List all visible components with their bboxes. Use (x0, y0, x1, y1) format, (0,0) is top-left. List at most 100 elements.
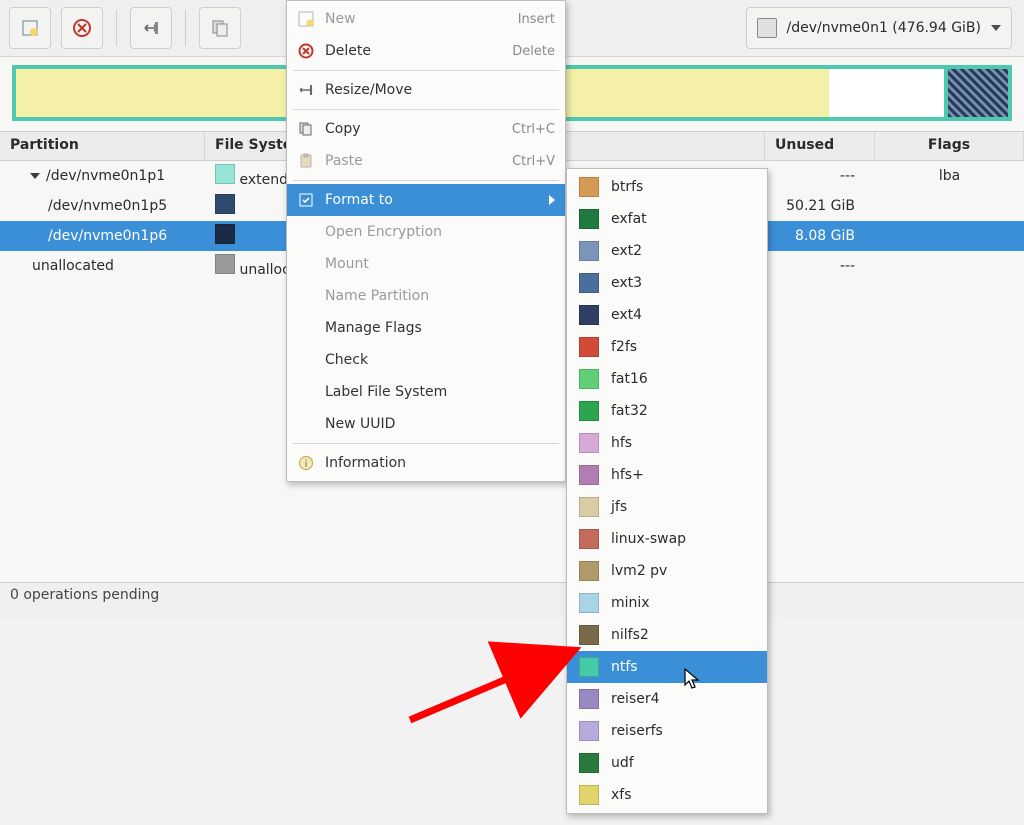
format-option-hfs[interactable]: hfs (567, 427, 767, 459)
blank-icon (297, 319, 315, 337)
menu-separator (293, 443, 559, 444)
col-unused[interactable]: Unused (765, 132, 875, 160)
format-option-reiserfs[interactable]: reiserfs (567, 715, 767, 747)
menu-item-label: Paste (325, 153, 502, 169)
new-icon (297, 10, 315, 28)
format-label: f2fs (611, 339, 637, 355)
menu-item-resize-move[interactable]: Resize/Move (287, 74, 565, 106)
format-option-btrfs[interactable]: btrfs (567, 171, 767, 203)
menu-item-manage-flags[interactable]: Manage Flags (287, 312, 565, 344)
context-menu: NewInsertDeleteDeleteResize/MoveCopyCtrl… (286, 0, 566, 482)
menu-item-check[interactable]: Check (287, 344, 565, 376)
format-option-ext2[interactable]: ext2 (567, 235, 767, 267)
blank-icon (297, 383, 315, 401)
format-label: hfs (611, 435, 632, 451)
format-option-lvm2-pv[interactable]: lvm2 pv (567, 555, 767, 587)
fs-swatch-icon (579, 209, 599, 229)
menu-item-label: Label File System (325, 384, 555, 400)
info-icon: i (297, 454, 315, 472)
blank-icon (297, 223, 315, 241)
menu-separator (293, 109, 559, 110)
fs-swatch-icon (579, 529, 599, 549)
fs-swatch-icon (579, 785, 599, 805)
blank-icon (297, 255, 315, 273)
menu-item-delete[interactable]: DeleteDelete (287, 35, 565, 67)
format-option-f2fs[interactable]: f2fs (567, 331, 767, 363)
fs-swatch-icon (579, 305, 599, 325)
fs-swatch-icon (579, 753, 599, 773)
fs-swatch-icon (579, 177, 599, 197)
chevron-down-icon (991, 25, 1001, 31)
menu-item-label: Format to (325, 192, 539, 208)
format-option-fat32[interactable]: fat32 (567, 395, 767, 427)
format-option-ext4[interactable]: ext4 (567, 299, 767, 331)
device-selector[interactable]: /dev/nvme0n1 (476.94 GiB) (746, 7, 1012, 49)
new-icon (21, 19, 39, 37)
fs-swatch-icon (579, 433, 599, 453)
menu-item-accel: Delete (512, 44, 555, 59)
expander-icon[interactable] (30, 173, 40, 179)
format-label: lvm2 pv (611, 563, 667, 579)
menu-item-label-file-system[interactable]: Label File System (287, 376, 565, 408)
format-option-ext3[interactable]: ext3 (567, 267, 767, 299)
cell-partition: /dev/nvme0n1p6 (0, 228, 205, 244)
format-label: ext3 (611, 275, 642, 291)
partition-name: /dev/nvme0n1p5 (48, 198, 167, 214)
menu-item-label: Manage Flags (325, 320, 555, 336)
format-option-hfs-[interactable]: hfs+ (567, 459, 767, 491)
menu-item-name-partition: Name Partition (287, 280, 565, 312)
resize-icon (141, 18, 161, 38)
format-label: udf (611, 755, 634, 771)
menu-item-accel: Ctrl+V (512, 154, 555, 169)
format-option-minix[interactable]: minix (567, 587, 767, 619)
new-partition-button[interactable] (9, 7, 51, 49)
fs-swatch-icon (579, 561, 599, 581)
fs-swatch-icon (579, 721, 599, 741)
fs-swatch-icon (579, 401, 599, 421)
format-label: reiser4 (611, 691, 660, 707)
menu-item-open-encryption: Open Encryption (287, 216, 565, 248)
format-option-exfat[interactable]: exfat (567, 203, 767, 235)
copy-button[interactable] (199, 7, 241, 49)
cell-unused: --- (765, 258, 875, 274)
device-label: /dev/nvme0n1 (476.94 GiB) (787, 20, 981, 36)
fs-swatch-icon (579, 593, 599, 613)
partition-name: /dev/nvme0n1p6 (48, 228, 167, 244)
cell-partition: /dev/nvme0n1p5 (0, 198, 205, 214)
format-option-jfs[interactable]: jfs (567, 491, 767, 523)
resize-icon (297, 81, 315, 99)
menu-item-accel: Insert (518, 12, 555, 27)
col-flags[interactable]: Flags (875, 132, 1024, 160)
menu-item-new-uuid[interactable]: New UUID (287, 408, 565, 440)
paste-icon (297, 152, 315, 170)
format-option-udf[interactable]: udf (567, 747, 767, 779)
col-partition[interactable]: Partition (0, 132, 205, 160)
fs-swatch-icon (579, 273, 599, 293)
resize-move-button[interactable] (130, 7, 172, 49)
menu-item-label: Mount (325, 256, 555, 272)
copy-icon (297, 120, 315, 138)
fs-swatch-icon (579, 689, 599, 709)
menu-item-label: Resize/Move (325, 82, 555, 98)
format-option-ntfs[interactable]: ntfs (567, 651, 767, 683)
menu-item-information[interactable]: iInformation (287, 447, 565, 479)
format-option-linux-swap[interactable]: linux-swap (567, 523, 767, 555)
menu-item-paste: Paste Ctrl+V (287, 145, 565, 177)
format-option-reiser4[interactable]: reiser4 (567, 683, 767, 715)
partition-name: /dev/nvme0n1p1 (46, 168, 165, 184)
fs-swatch-icon (579, 241, 599, 261)
menu-item-label: Name Partition (325, 288, 555, 304)
app-window: /dev/nvme0n1 (476.94 GiB) Partition File… (0, 0, 1024, 825)
format-option-xfs[interactable]: xfs (567, 779, 767, 811)
cell-unused: --- (765, 168, 875, 184)
copy-icon (210, 18, 230, 38)
cell-partition: /dev/nvme0n1p1 (0, 168, 205, 184)
delete-partition-button[interactable] (61, 7, 103, 49)
format-label: xfs (611, 787, 632, 803)
cell-unused: 8.08 GiB (765, 228, 875, 244)
fs-swatch-icon (579, 657, 599, 677)
menu-item-format-to[interactable]: Format to (287, 184, 565, 216)
menu-item-copy[interactable]: CopyCtrl+C (287, 113, 565, 145)
format-option-nilfs2[interactable]: nilfs2 (567, 619, 767, 651)
format-option-fat16[interactable]: fat16 (567, 363, 767, 395)
